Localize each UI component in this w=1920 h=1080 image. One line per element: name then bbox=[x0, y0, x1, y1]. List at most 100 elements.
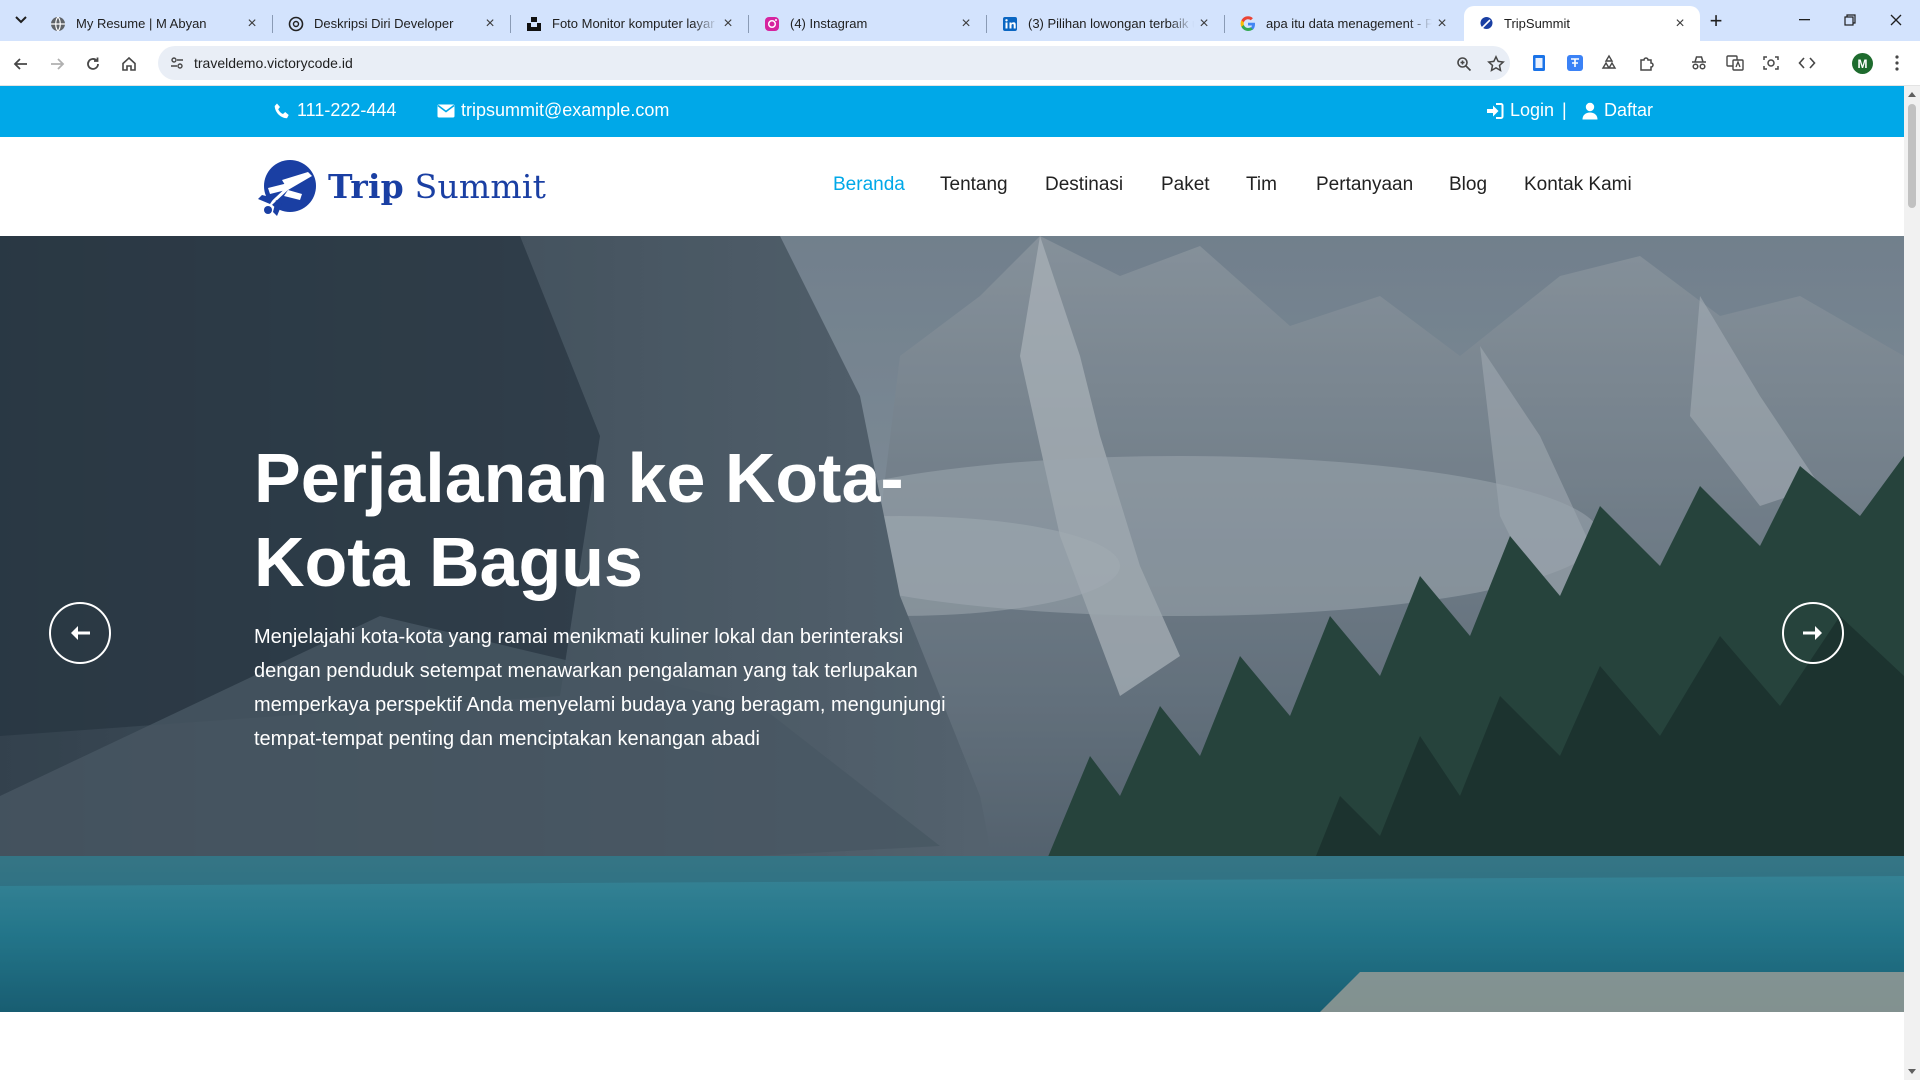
browser-tab[interactable]: Deskripsi Diri Developer × bbox=[274, 6, 511, 41]
email-address: tripsummit@example.com bbox=[461, 100, 670, 120]
nav-tentang[interactable]: Tentang bbox=[940, 174, 1008, 196]
tab-divider bbox=[748, 15, 749, 33]
profile-avatar[interactable]: M bbox=[1852, 53, 1873, 74]
screenshot-icon[interactable] bbox=[1760, 52, 1782, 74]
phone-icon bbox=[274, 103, 289, 118]
google-icon bbox=[1240, 15, 1256, 32]
tripsummit-icon bbox=[1478, 16, 1494, 32]
reload-icon bbox=[87, 57, 99, 70]
url-text: traveldemo.victorycode.id bbox=[194, 55, 353, 71]
close-icon[interactable]: × bbox=[1432, 14, 1452, 34]
tab-title: Foto Monitor komputer layar datar bbox=[552, 16, 718, 31]
back-button[interactable] bbox=[6, 49, 36, 79]
forward-button[interactable] bbox=[42, 49, 72, 79]
restore-button[interactable] bbox=[1828, 6, 1872, 34]
hero-description: Menjelajahi kota-kota yang ramai menikma… bbox=[254, 626, 946, 750]
close-icon[interactable]: × bbox=[718, 14, 738, 34]
new-tab-button[interactable]: + bbox=[1704, 8, 1728, 33]
address-bar[interactable]: traveldemo.victorycode.id bbox=[158, 46, 1510, 80]
unsplash-icon bbox=[526, 16, 542, 32]
close-icon bbox=[1890, 14, 1902, 26]
tab-title: TripSummit bbox=[1504, 16, 1570, 31]
arrow-right-icon bbox=[1803, 626, 1822, 640]
code-icon[interactable] bbox=[1796, 52, 1818, 74]
extension-recycle-icon[interactable] bbox=[1598, 52, 1620, 74]
bookmark-star-icon[interactable] bbox=[1486, 54, 1506, 74]
extension-translate-icon[interactable] bbox=[1564, 52, 1586, 74]
register-link[interactable]: Daftar bbox=[1582, 100, 1653, 121]
main-navbar: Trip Summit Beranda Tentang Destinasi Pa… bbox=[0, 137, 1904, 236]
slider-prev-button[interactable] bbox=[49, 602, 111, 664]
arrow-left-icon bbox=[13, 58, 27, 70]
page-scrollbar[interactable] bbox=[1904, 86, 1920, 1080]
register-label: Daftar bbox=[1604, 100, 1654, 120]
site-info-icon[interactable] bbox=[168, 54, 186, 72]
close-icon[interactable]: × bbox=[1194, 14, 1214, 34]
phone-number: 111-222-444 bbox=[297, 100, 397, 120]
more-menu-icon[interactable] bbox=[1886, 52, 1908, 74]
restore-icon bbox=[1844, 14, 1856, 26]
extensions-puzzle-icon[interactable] bbox=[1636, 52, 1658, 74]
nav-destinasi[interactable]: Destinasi bbox=[1045, 174, 1123, 196]
incognito-icon[interactable] bbox=[1688, 52, 1710, 74]
nav-pertanyaan[interactable]: Pertanyaan bbox=[1316, 174, 1413, 196]
browser-tab[interactable]: (4) Instagram × bbox=[750, 6, 987, 41]
hero-slider: Perjalanan ke Kota-Kota Bagus Menjelajah… bbox=[0, 236, 1904, 1012]
zoom-icon[interactable] bbox=[1454, 54, 1474, 74]
minimize-button[interactable] bbox=[1782, 6, 1826, 34]
openai-icon bbox=[288, 16, 304, 32]
tab-title: (3) Pilihan lowongan terbaik untuk Anda bbox=[1028, 16, 1194, 31]
brand-name-part1: Trip bbox=[328, 167, 404, 206]
tab-divider bbox=[510, 15, 511, 33]
home-button[interactable] bbox=[114, 49, 144, 79]
hero-title: Perjalanan ke Kota-Kota Bagus bbox=[254, 439, 904, 601]
scroll-down-icon[interactable] bbox=[1907, 1068, 1917, 1076]
phone-link[interactable]: 111-222-444 bbox=[273, 100, 396, 121]
browser-tab-strip: My Resume | M Abyan × Deskripsi Diri Dev… bbox=[0, 0, 1920, 41]
nav-kontak-kami[interactable]: Kontak Kami bbox=[1524, 174, 1632, 196]
login-label: Login bbox=[1510, 100, 1555, 120]
nav-tim[interactable]: Tim bbox=[1246, 174, 1277, 196]
instagram-icon bbox=[764, 16, 780, 32]
google-translate-icon[interactable] bbox=[1724, 52, 1746, 74]
brand-name[interactable]: Trip Summit bbox=[328, 167, 546, 206]
tab-title: apa itu data menagement - Penelusuran Go… bbox=[1266, 16, 1432, 31]
scrollbar-thumb[interactable] bbox=[1908, 104, 1916, 208]
home-icon bbox=[122, 56, 136, 71]
browser-tab[interactable]: apa itu data menagement - Penelusuran Go… bbox=[1226, 6, 1462, 41]
minimize-icon bbox=[1798, 19, 1810, 21]
arrow-left-icon bbox=[71, 626, 90, 640]
browser-tab[interactable]: My Resume | M Abyan × bbox=[36, 6, 273, 41]
close-icon[interactable]: × bbox=[956, 14, 976, 34]
browser-toolbar: traveldemo.victorycode.id M bbox=[0, 41, 1920, 86]
chevron-down-icon bbox=[15, 16, 27, 24]
nav-beranda[interactable]: Beranda bbox=[833, 174, 905, 196]
arrow-right-icon bbox=[51, 58, 65, 70]
reload-button[interactable] bbox=[78, 49, 108, 79]
slider-next-button[interactable] bbox=[1782, 602, 1844, 664]
scroll-up-icon[interactable] bbox=[1907, 90, 1917, 98]
brand-logo-icon[interactable] bbox=[254, 156, 320, 222]
browser-tab-active[interactable]: TripSummit × bbox=[1464, 6, 1700, 41]
close-icon[interactable]: × bbox=[242, 14, 262, 34]
user-icon bbox=[1582, 102, 1598, 119]
tab-divider bbox=[986, 15, 987, 33]
topbar-separator: | bbox=[1562, 100, 1567, 120]
extension-doc-icon[interactable] bbox=[1528, 52, 1550, 74]
envelope-icon bbox=[437, 104, 455, 117]
nav-paket[interactable]: Paket bbox=[1161, 174, 1210, 196]
globe-icon bbox=[50, 16, 66, 32]
linkedin-icon bbox=[1002, 16, 1018, 32]
tab-divider bbox=[272, 15, 273, 33]
login-link[interactable]: Login bbox=[1486, 100, 1554, 121]
close-icon[interactable]: × bbox=[480, 14, 500, 34]
page-viewport: 111-222-444 tripsummit@example.com Login… bbox=[0, 86, 1904, 1080]
tab-search-button[interactable] bbox=[8, 7, 34, 33]
close-icon[interactable]: × bbox=[1670, 14, 1690, 34]
close-window-button[interactable] bbox=[1874, 6, 1918, 34]
browser-tab[interactable]: Foto Monitor komputer layar datar × bbox=[512, 6, 749, 41]
contact-topbar: 111-222-444 tripsummit@example.com Login… bbox=[0, 86, 1904, 137]
email-link[interactable]: tripsummit@example.com bbox=[437, 100, 669, 121]
browser-tab[interactable]: (3) Pilihan lowongan terbaik untuk Anda … bbox=[988, 6, 1225, 41]
nav-blog[interactable]: Blog bbox=[1449, 174, 1487, 196]
